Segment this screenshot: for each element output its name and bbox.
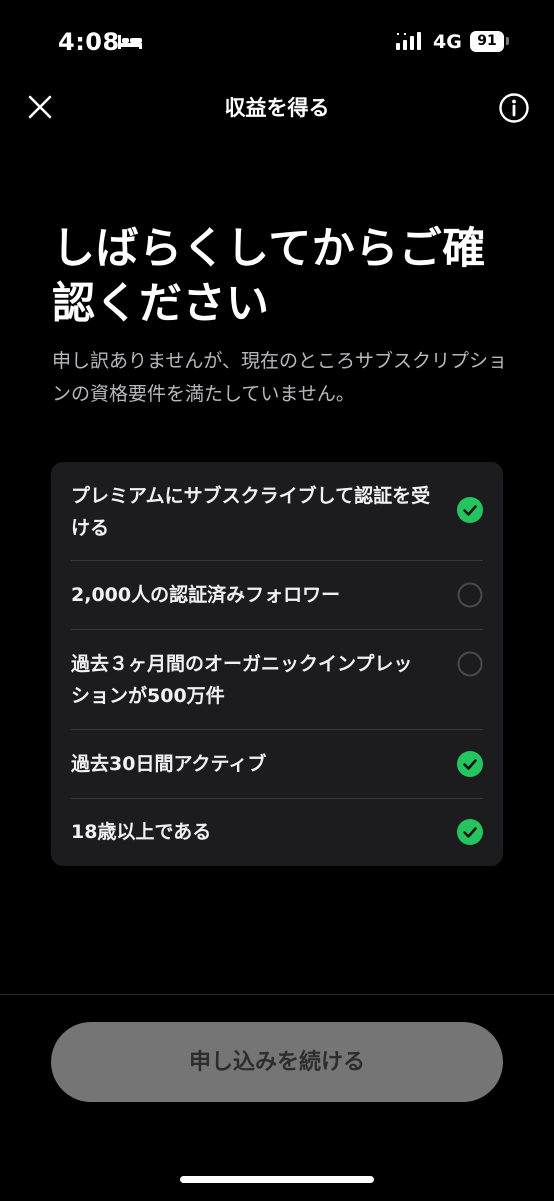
page-title: 収益を得る (224, 96, 330, 120)
check-circle-icon (457, 497, 483, 523)
home-indicator[interactable] (180, 1176, 374, 1183)
eligibility-description: 申し訳ありませんが、現在のところサブスクリプションの資格要件を満たしていません。 (52, 350, 508, 405)
battery-indicator: 91 (470, 31, 504, 52)
requirement-item: 2,000人の認証済みフォロワー (71, 577, 483, 613)
info-icon (499, 93, 529, 123)
requirement-item: プレミアムにサブスクライブして認証を受ける (71, 478, 483, 542)
info-button[interactable] (497, 91, 531, 125)
divider (71, 560, 483, 561)
continue-application-button[interactable]: 申し込みを続ける (51, 1022, 503, 1102)
requirement-item: 過去３ヶ月間のオーガニックインプレッションが500万件 (71, 648, 483, 712)
requirement-label: 過去30日間アクティブ (71, 753, 267, 775)
divider (71, 729, 483, 730)
requirement-label: プレミアムにサブスクライブして認証を受ける (71, 485, 431, 539)
network-type: 4G (433, 31, 462, 53)
divider (71, 798, 483, 799)
requirements-card: プレミアムにサブスクライブして認証を受ける 2,000人の認証済みフォロワー 過… (51, 462, 503, 866)
empty-circle-icon (457, 651, 483, 677)
status-time: 4:08 (58, 28, 120, 56)
headline: しばらくしてからご確認ください (52, 224, 486, 329)
requirement-label: 18歳以上である (71, 821, 212, 843)
divider (71, 629, 483, 630)
status-bar: 4:08 4G 91 (0, 0, 554, 84)
sleep-focus-icon (117, 33, 143, 55)
requirement-label: 2,000人の認証済みフォロワー (71, 584, 341, 606)
check-circle-icon (457, 751, 483, 777)
check-circle-icon (457, 819, 483, 845)
requirement-item: 過去30日間アクティブ (71, 746, 483, 782)
battery-cap-icon (506, 37, 509, 45)
empty-circle-icon (457, 582, 483, 608)
cellular-signal-icon (396, 32, 426, 54)
requirement-label: 過去３ヶ月間のオーガニックインプレッションが500万件 (71, 653, 413, 707)
requirement-item: 18歳以上である (71, 814, 483, 850)
